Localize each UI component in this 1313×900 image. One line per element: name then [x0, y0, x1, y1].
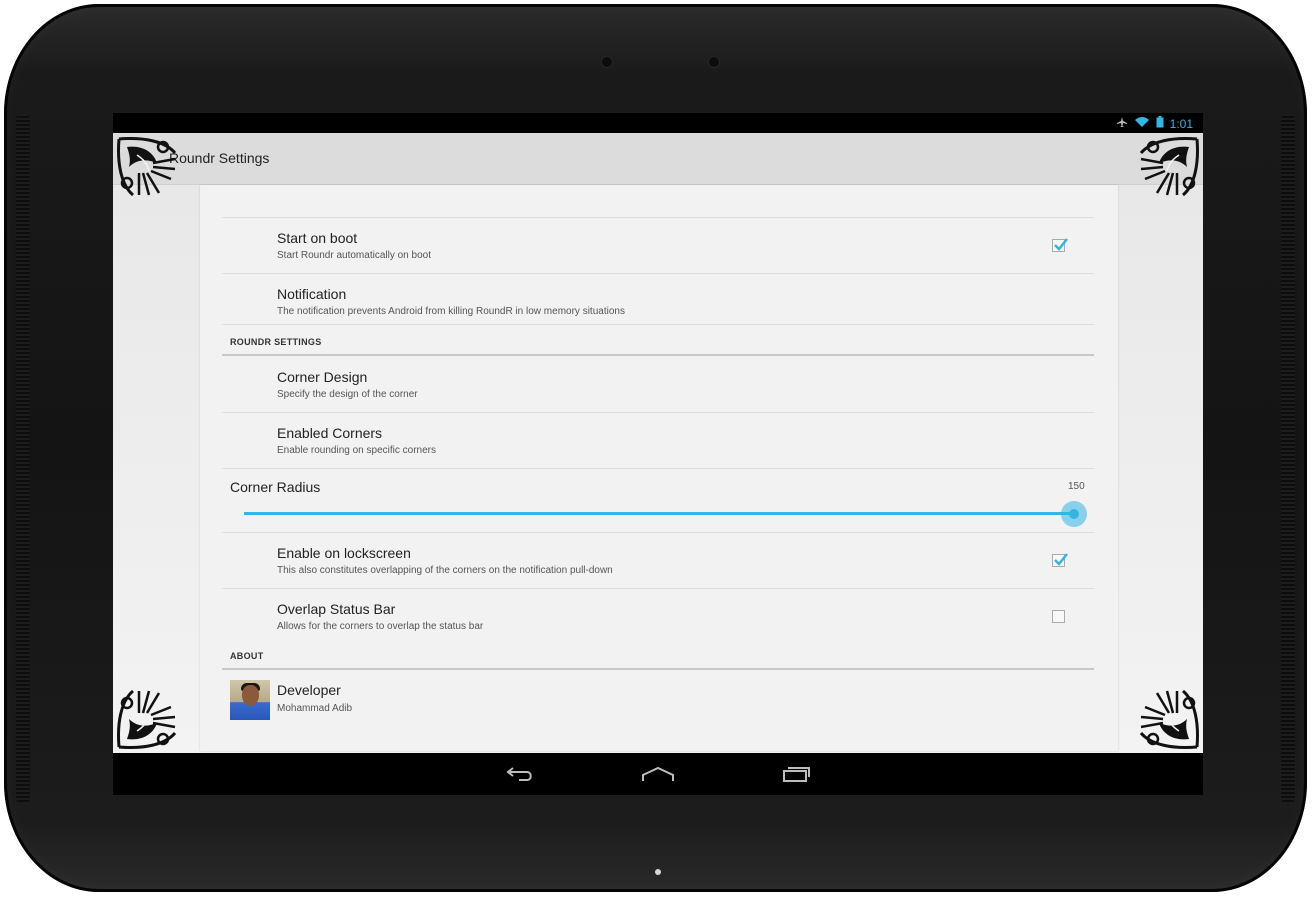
- sensor-dot: [709, 57, 719, 67]
- pref-title: Enabled Corners: [277, 425, 383, 441]
- wifi-icon: [1134, 115, 1150, 133]
- overlap-status-bar-checkbox[interactable]: [1052, 610, 1065, 623]
- category-roundr-settings: ROUNDR SETTINGS: [222, 334, 1094, 356]
- settings-content: Start on boot Start Roundr automatically…: [113, 185, 1203, 753]
- enable-on-lockscreen-checkbox[interactable]: [1052, 553, 1068, 567]
- home-button[interactable]: [638, 763, 678, 785]
- pref-summary: Specify the design of the corner: [277, 389, 418, 400]
- pref-notification[interactable]: Notification The notification prevents A…: [222, 274, 1094, 325]
- recents-button[interactable]: [776, 763, 816, 785]
- check-icon: [1054, 553, 1068, 566]
- status-bar: 1:01: [113, 113, 1203, 133]
- app-title: Roundr Settings: [169, 150, 270, 166]
- corner-radius-value: 150: [1068, 481, 1085, 492]
- pref-corner-radius: Corner Radius 150: [222, 469, 1094, 533]
- speaker-grille-left: [16, 114, 30, 804]
- pref-title: Start on boot: [277, 230, 358, 246]
- back-icon: [506, 767, 532, 781]
- corner-ornament-bottom-right: [1139, 689, 1199, 749]
- camera-dot: [602, 57, 612, 67]
- category-about: ABOUT: [222, 648, 1094, 670]
- status-time: 1:01: [1169, 117, 1193, 131]
- recents-icon: [783, 767, 810, 782]
- category-label: ROUNDR SETTINGS: [230, 337, 322, 347]
- screen: 1:01 Roundr Settings Start on boot Start…: [113, 113, 1203, 795]
- pref-enabled-corners[interactable]: Enabled Corners Enable rounding on speci…: [222, 413, 1094, 469]
- pref-start-on-boot[interactable]: Start on boot Start Roundr automatically…: [222, 218, 1094, 274]
- pref-title: Notification: [277, 286, 347, 302]
- action-bar: Roundr Settings: [113, 133, 1203, 185]
- pref-enable-on-lockscreen[interactable]: Enable on lockscreen This also constitut…: [222, 533, 1094, 589]
- airplane-icon: [1116, 115, 1128, 133]
- pref-title: Corner Design: [277, 369, 368, 385]
- pref-overlap-status-bar[interactable]: Overlap Status Bar Allows for the corner…: [222, 589, 1094, 644]
- pref-summary: Mohammad Adib: [277, 703, 353, 714]
- corner-ornament-top-left: [117, 137, 177, 197]
- pref-summary: Allows for the corners to overlap the st…: [277, 621, 484, 632]
- pref-summary: The notification prevents Android from k…: [277, 306, 625, 317]
- pref-title: Enable on lockscreen: [277, 545, 411, 561]
- corner-radius-slider-thumb[interactable]: [1069, 509, 1079, 519]
- pref-title: Corner Radius: [230, 479, 321, 495]
- corner-ornament-top-right: [1139, 137, 1199, 197]
- pref-summary: Start Roundr automatically on boot: [277, 250, 431, 261]
- pref-developer[interactable]: Developer Mohammad Adib: [222, 671, 1094, 731]
- notification-led: [655, 869, 661, 875]
- corner-radius-slider-track[interactable]: [244, 512, 1074, 515]
- pref-summary: Enable rounding on specific corners: [277, 445, 436, 456]
- speaker-grille-right: [1281, 114, 1295, 804]
- preferences-card: Start on boot Start Roundr automatically…: [200, 185, 1118, 751]
- start-on-boot-checkbox[interactable]: [1052, 238, 1068, 252]
- check-icon: [1054, 238, 1068, 251]
- pref-title: Overlap Status Bar: [277, 601, 396, 617]
- category-label: ABOUT: [230, 651, 264, 661]
- pref-corner-design[interactable]: Corner Design Specify the design of the …: [222, 357, 1094, 413]
- back-button[interactable]: [500, 763, 540, 785]
- pref-title: Developer: [277, 682, 341, 698]
- pref-summary: This also constitutes overlapping of the…: [277, 565, 613, 576]
- home-icon: [642, 766, 674, 781]
- pref-list-top-divider: [222, 185, 1094, 218]
- battery-icon: [1156, 115, 1164, 133]
- corner-ornament-bottom-left: [117, 689, 177, 749]
- developer-avatar: [230, 680, 270, 720]
- navigation-bar: [113, 753, 1203, 795]
